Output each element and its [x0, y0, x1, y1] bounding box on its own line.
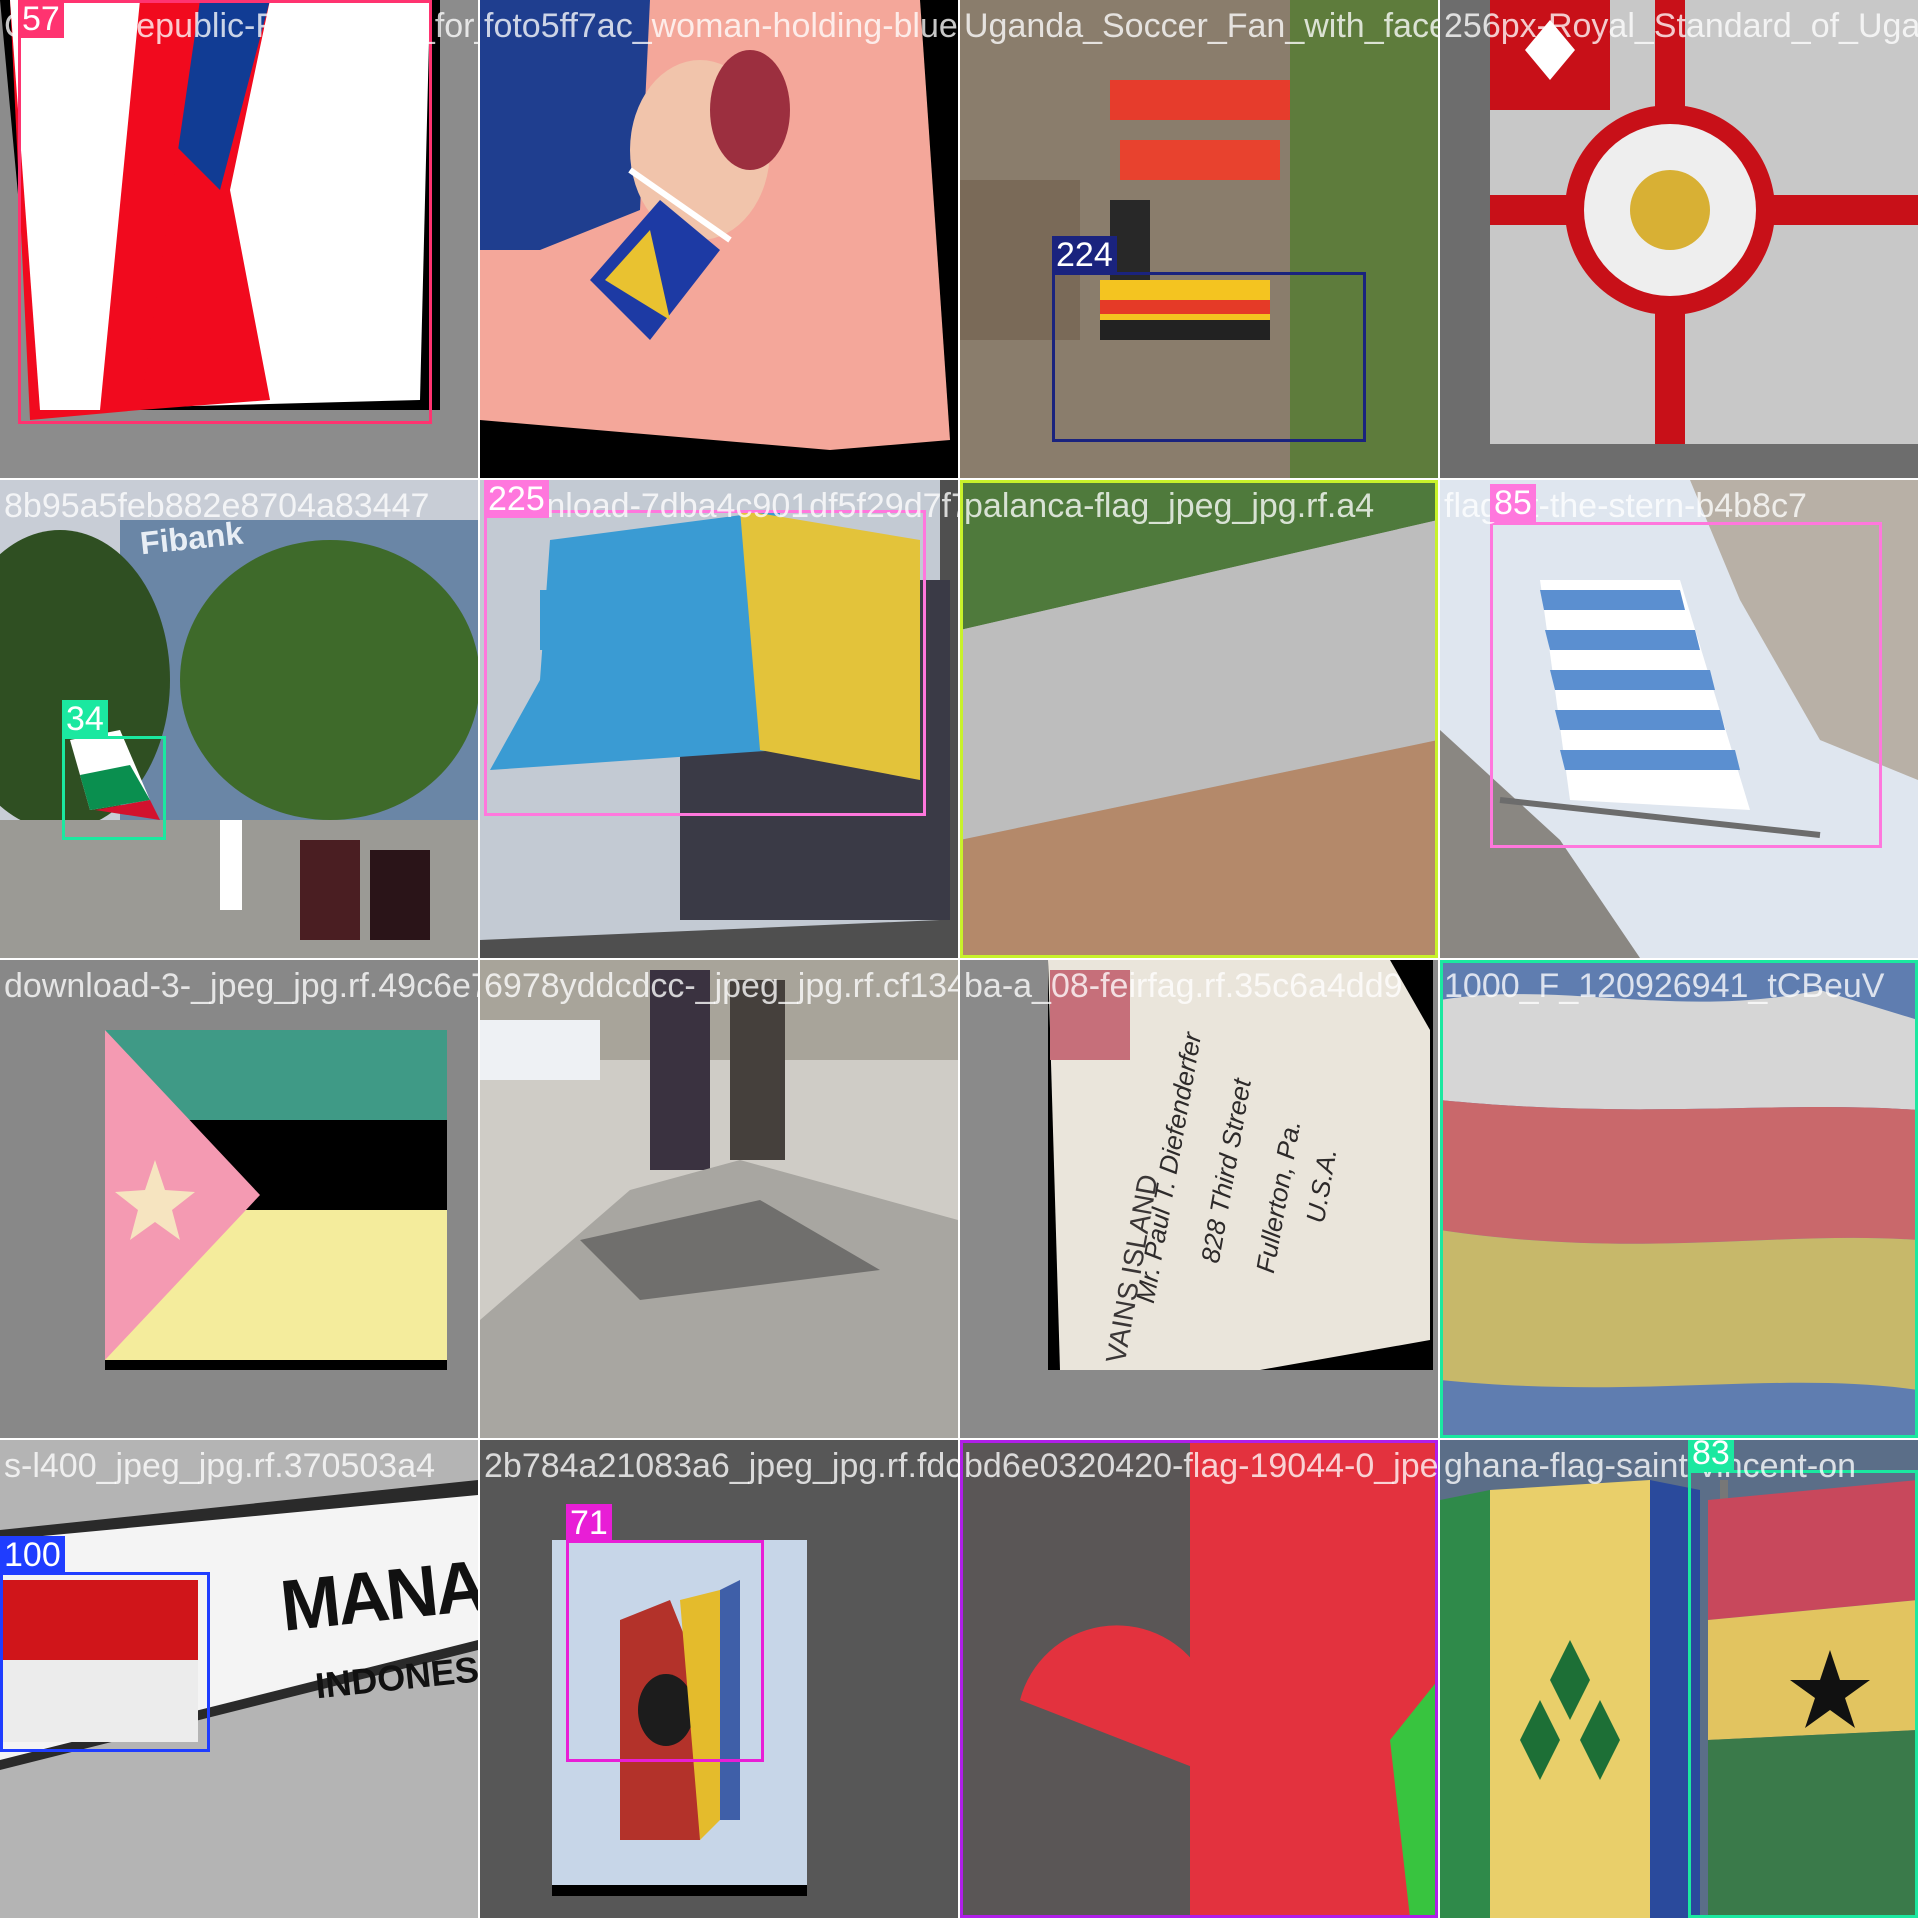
- bbox-label-83: 83: [1688, 1440, 1734, 1472]
- bbox-83: [1688, 1470, 1918, 1918]
- tile-greek-flag[interactable]: 85 flag-at-the-stern-b4b8c7: [1440, 480, 1918, 958]
- envelope-image: [960, 960, 1438, 1438]
- bbox-85: [1490, 522, 1882, 848]
- bbox-label-225: 225: [484, 480, 549, 518]
- bbox-label-129: 129: [960, 1440, 1025, 1442]
- street-scene-image: [480, 960, 958, 1438]
- mozambique-flag-image: [0, 960, 478, 1438]
- bbox-107: [960, 480, 1438, 958]
- bbox-34: [62, 736, 166, 840]
- bbox-label-107: 107: [960, 480, 1025, 482]
- tile-ghana-svg-flags[interactable]: 83 ghana-flag-saint-vincent-on: [1440, 1440, 1918, 1918]
- bbox-129: [960, 1440, 1438, 1918]
- bbox-label-71: 71: [566, 1504, 612, 1542]
- bbox-100: [0, 1572, 210, 1752]
- bbox-label-34: 34: [62, 700, 108, 738]
- bbox-57: [18, 0, 432, 424]
- bbox-label-203: 203: [1440, 960, 1505, 962]
- tile-mozambique-flag[interactable]: download-3-_jpeg_jpg.rf.49c6e78a7ebd: [0, 960, 478, 1438]
- tile-uganda-fan[interactable]: 224 Uganda_Soccer_Fan_with_face_paint_2: [960, 0, 1438, 478]
- bbox-71: [566, 1540, 764, 1762]
- tile-eswatini-flag[interactable]: 71 2b784a21083a6_jpeg_jpg.rf.fdcf5: [480, 1440, 958, 1918]
- uganda-royal-standard-image: [1440, 0, 1918, 478]
- bbox-label-85: 85: [1490, 484, 1536, 522]
- tile-czech-flag[interactable]: 57 Czech-Republic-Flags-Flag_for_Czech_R…: [0, 0, 478, 478]
- tile-envelope[interactable]: Mr. Paul T. Diefenderfer 828 Third Stree…: [960, 960, 1438, 1438]
- bbox-225: [484, 510, 926, 816]
- tile-indonesia-plate[interactable]: MANADO INDONESIA 100 s-l400_jpeg_jpg.rf.…: [0, 1440, 478, 1918]
- tile-street-people[interactable]: 6978yddcdcc-_jpeg_jpg.rf.cf134fd25: [480, 960, 958, 1438]
- tile-south-ossetia-flag[interactable]: 203 1000_F_120926941_tCBeuV: [1440, 960, 1918, 1438]
- tile-woman-flag[interactable]: foto5ff7ac_woman-holding-blue-and-gold-f…: [480, 0, 958, 478]
- tile-bulgarian-dancers[interactable]: Fibank 34 8b95a5feb882e8704a83447: [0, 480, 478, 958]
- bbox-203: [1440, 960, 1918, 1438]
- tile-ukraine-flag[interactable]: 225 download-7dba4c901df5f29d7f787c71f: [480, 480, 958, 958]
- bbox-label-57: 57: [18, 0, 64, 38]
- woman-holding-flag-image: [480, 0, 958, 478]
- bbox-224: [1052, 272, 1366, 442]
- bbox-label-100: 100: [0, 1536, 65, 1574]
- bbox-label-224: 224: [1052, 236, 1117, 274]
- tile-palanca-flag[interactable]: 107 palanca-flag_jpeg_jpg.rf.a4: [960, 480, 1438, 958]
- tile-malawi-flag[interactable]: 129 bd6e0320420-flag-19044-0_jpeg_jpg: [960, 1440, 1438, 1918]
- tile-uganda-royal-standard[interactable]: 256px-Royal_Standard_of_Uganda_Flag: [1440, 0, 1918, 478]
